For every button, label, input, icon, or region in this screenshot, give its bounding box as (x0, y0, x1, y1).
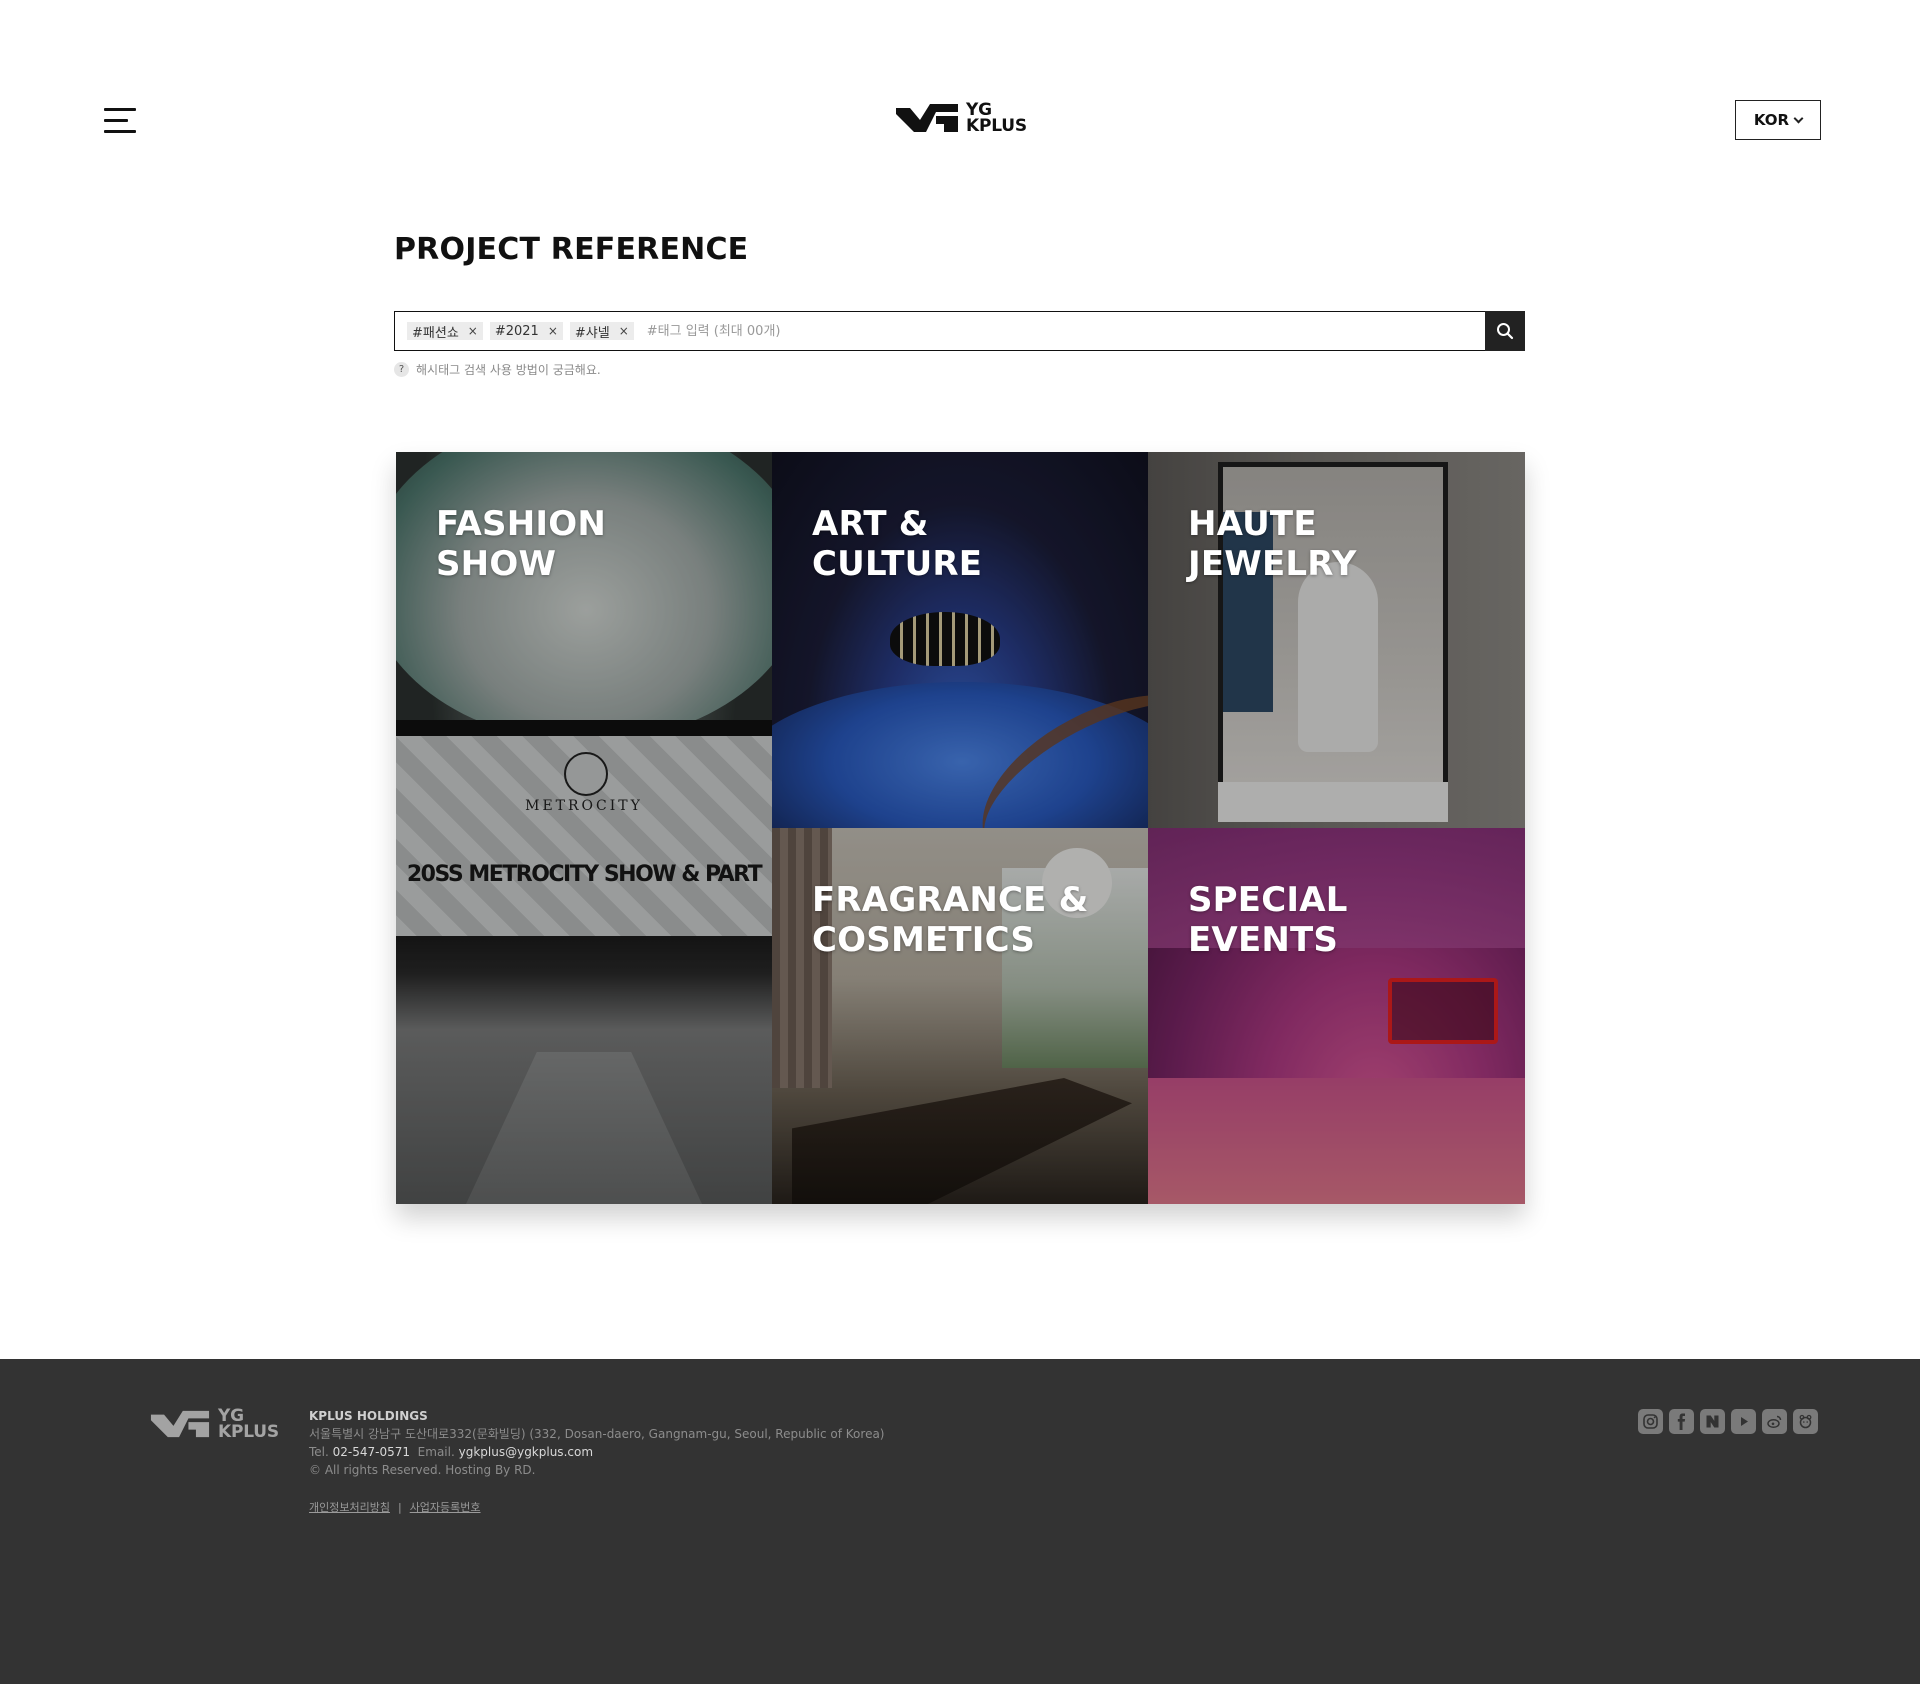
question-icon: ? (394, 362, 409, 377)
company-name: KPLUS HOLDINGS (309, 1409, 428, 1423)
search-icon (1497, 323, 1514, 340)
remove-tag-icon[interactable]: × (548, 324, 558, 338)
logo-text-kplus: KPLUS (966, 116, 1027, 136)
company-tel: 02-547-0571 (332, 1445, 411, 1459)
link-separator: | (397, 1500, 402, 1514)
social-links (1638, 1409, 1818, 1434)
menu-button[interactable] (104, 108, 136, 134)
page-title: PROJECT REFERENCE (394, 232, 749, 267)
search-tag: #샤넬 × (569, 322, 634, 341)
footer-logo-text-kplus: KPLUS (218, 1422, 279, 1442)
company-email: ygkplus@ygkplus.com (458, 1445, 594, 1459)
tag-search-box[interactable]: #패션쇼 × #2021 × #샤넬 × (394, 311, 1525, 351)
hashtag-help[interactable]: ? 해시태그 검색 사용 방법이 궁금해요. (394, 361, 601, 378)
kakao-icon[interactable] (1793, 1409, 1818, 1434)
category-card-fashion-show[interactable]: METROCITY 20SS METROCITY SHOW & PART FAS… (396, 452, 772, 1204)
footer-links: 개인정보처리방침 | 사업자등록번호 (309, 1499, 481, 1515)
remove-tag-icon[interactable]: × (619, 324, 629, 338)
category-label: ART & CULTURE (812, 504, 983, 584)
menu-icon (104, 108, 136, 111)
category-card-haute-jewelry[interactable]: HAUTE JEWELRY (1148, 452, 1525, 828)
footer-logo: YG KPLUS (150, 1408, 279, 1442)
search-tag: #패션쇼 × (407, 322, 483, 341)
facebook-icon[interactable] (1669, 1409, 1694, 1434)
category-label: FRAGRANCE & COSMETICS (812, 880, 1089, 960)
category-grid: METROCITY 20SS METROCITY SHOW & PART FAS… (396, 452, 1525, 1204)
category-label: HAUTE JEWELRY (1188, 504, 1357, 584)
remove-tag-icon[interactable]: × (468, 324, 478, 338)
category-label: SPECIAL EVENTS (1188, 880, 1348, 960)
yg-logo-icon (150, 1410, 210, 1438)
hashtag-help-text: 해시태그 검색 사용 방법이 궁금해요. (416, 363, 601, 377)
language-select[interactable]: KOR (1735, 100, 1821, 140)
language-label: KOR (1753, 111, 1790, 129)
business-registration-link[interactable]: 사업자등록번호 (410, 1499, 481, 1515)
naver-icon[interactable] (1700, 1409, 1725, 1434)
search-button[interactable] (1485, 311, 1525, 351)
tag-input[interactable] (640, 312, 1485, 350)
privacy-policy-link[interactable]: 개인정보처리방침 (309, 1499, 390, 1515)
yg-logo-icon (896, 104, 958, 132)
search-tag-label: #샤넬 (574, 325, 610, 341)
category-label: FASHION SHOW (436, 504, 606, 584)
site-logo[interactable]: YG KPLUS (896, 102, 1027, 136)
search-tag: #2021 × (489, 322, 563, 340)
search-tag-label: #패션쇼 (412, 325, 459, 341)
category-card-special-events[interactable]: SPECIAL EVENTS (1148, 828, 1525, 1204)
company-info: KPLUS HOLDINGS 서울특별시 강남구 도산대로332(문화빌딩) (… (309, 1407, 884, 1479)
footer: YG KPLUS KPLUS HOLDINGS 서울특별시 강남구 도산대로33… (0, 1359, 1920, 1684)
chevron-down-icon (1793, 113, 1804, 123)
category-card-art-culture[interactable]: ART & CULTURE (772, 452, 1148, 828)
search-tag-label: #2021 (494, 323, 539, 339)
instagram-icon[interactable] (1638, 1409, 1663, 1434)
company-contact: Tel. 02-547-0571 Email. ygkplus@ygkplus.… (309, 1445, 594, 1459)
company-address: 서울특별시 강남구 도산대로332(문화빌딩) (332, Dosan-daer… (309, 1427, 885, 1441)
weibo-icon[interactable] (1762, 1409, 1787, 1434)
copyright: © All rights Reserved. Hosting By RD. (309, 1463, 536, 1477)
youtube-icon[interactable] (1731, 1409, 1756, 1434)
category-card-fragrance-cosmetics[interactable]: FRAGRANCE & COSMETICS (772, 828, 1148, 1204)
